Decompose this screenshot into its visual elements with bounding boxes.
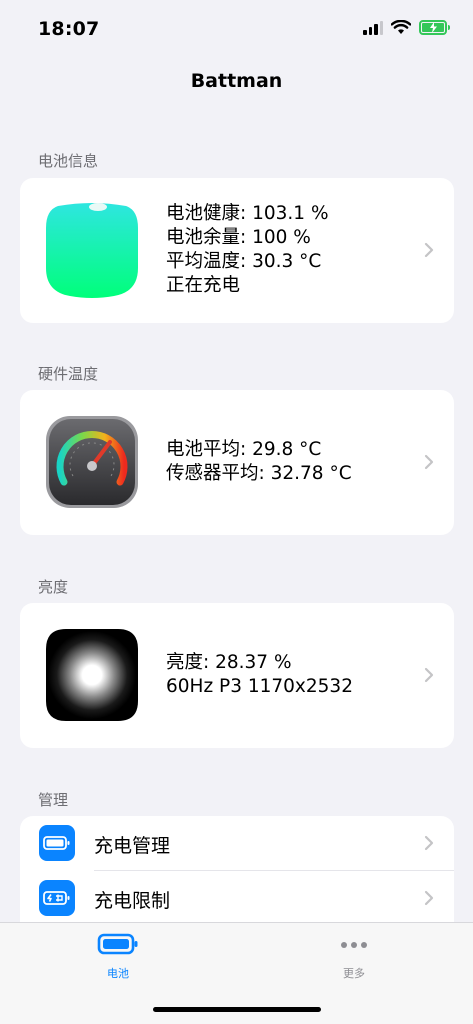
- display-info-text: 60Hz P3 1170x2532: [166, 676, 353, 697]
- tab-battery[interactable]: 电池: [78, 933, 158, 981]
- battery-level-text: 电池余量: 100 %: [166, 227, 311, 248]
- section-header-hardware-temp: 硬件温度: [38, 365, 99, 383]
- tab-more[interactable]: 更多: [314, 933, 394, 981]
- battery-health-text: 电池健康: 103.1 %: [166, 203, 329, 224]
- section-header-battery-info: 电池信息: [38, 152, 99, 170]
- battery-temp-text: 平均温度: 30.3 °C: [166, 251, 322, 272]
- battery-tab-icon: [97, 933, 138, 955]
- section-header-brightness: 亮度: [38, 578, 69, 596]
- brightness-card[interactable]: 亮度: 28.37 % 60Hz P3 1170x2532: [20, 603, 454, 748]
- status-bar: 18:07: [0, 0, 473, 60]
- more-dots-icon: [341, 942, 367, 948]
- list-item-charge-management[interactable]: 充电管理: [20, 816, 454, 871]
- battery-info-lines: 电池健康: 103.1 % 电池余量: 100 % 平均温度: 30.3 °C …: [166, 202, 329, 298]
- chevron-right-icon: [424, 242, 434, 258]
- brightness-lines: 亮度: 28.37 % 60Hz P3 1170x2532: [166, 651, 353, 699]
- charge-limit-label: 充电限制: [94, 890, 171, 912]
- battery-blob-icon: [46, 203, 138, 298]
- page-title: Battman: [190, 70, 283, 92]
- battery-limit-icon: [39, 880, 75, 916]
- status-icons: [363, 20, 450, 35]
- brightness-value-text: 亮度: 28.37 %: [166, 652, 292, 673]
- section-header-management: 管理: [38, 791, 69, 809]
- battery-charging-icon: [419, 20, 450, 35]
- management-list: 充电管理 充电限制: [20, 816, 454, 936]
- hardware-temp-card[interactable]: 电池平均: 29.8 °C 传感器平均: 32.78 °C: [20, 390, 454, 535]
- battery-info-card[interactable]: 电池健康: 103.1 % 电池余量: 100 % 平均温度: 30.3 °C …: [20, 178, 454, 323]
- tab-more-label: 更多: [343, 967, 365, 980]
- sensor-average-text: 传感器平均: 32.78 °C: [166, 463, 352, 484]
- battery-average-text: 电池平均: 29.8 °C: [166, 439, 322, 460]
- gauge-icon: [46, 416, 138, 508]
- chevron-right-icon: [424, 890, 434, 906]
- chevron-right-icon: [424, 667, 434, 683]
- chevron-right-icon: [424, 454, 434, 470]
- charge-management-label: 充电管理: [94, 835, 171, 857]
- wifi-icon: [391, 20, 411, 34]
- list-item-charge-limit[interactable]: 充电限制: [20, 871, 454, 925]
- chevron-right-icon: [424, 835, 434, 851]
- brightness-glow-icon: [46, 629, 138, 721]
- tab-battery-label: 电池: [107, 967, 129, 980]
- hardware-temp-lines: 电池平均: 29.8 °C 传感器平均: 32.78 °C: [166, 438, 352, 486]
- battery-full-icon: [39, 825, 75, 861]
- cellular-signal-icon: [363, 20, 383, 35]
- status-time: 18:07: [38, 18, 100, 40]
- home-indicator: [153, 1007, 321, 1012]
- charging-status-text: 正在充电: [166, 275, 241, 296]
